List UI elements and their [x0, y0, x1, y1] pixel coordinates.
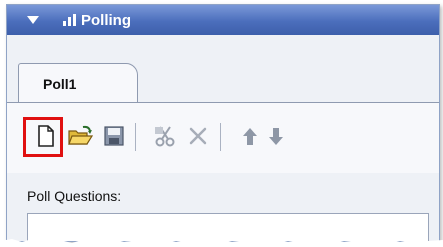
torn-edge [0, 238, 443, 247]
selected-new-button-highlight [23, 117, 63, 157]
open-button[interactable] [67, 123, 93, 149]
move-down-arrow-icon [269, 128, 283, 145]
collapse-triangle-icon[interactable] [27, 16, 39, 24]
move-up-button[interactable] [237, 123, 263, 149]
toolbar-separator [220, 123, 221, 151]
panel-header[interactable]: Polling [7, 5, 439, 35]
cut-scissors-icon [155, 126, 175, 147]
polling-panel: Polling Poll1 Poll Questions: [6, 4, 440, 242]
toolbar-separator [135, 123, 136, 151]
tab-poll1[interactable]: Poll1 [18, 63, 138, 103]
save-button[interactable] [101, 123, 127, 149]
move-down-button[interactable] [263, 123, 289, 149]
move-up-arrow-icon [243, 128, 257, 145]
tab-label: Poll1 [43, 75, 77, 92]
poll-questions-label: Poll Questions: [27, 188, 122, 204]
poll-toolbar [7, 103, 439, 173]
tab-strip: Poll1 [7, 35, 439, 103]
open-folder-icon [68, 125, 93, 145]
save-disk-icon [104, 126, 124, 146]
delete-x-icon [189, 127, 207, 145]
panel-title: Polling [81, 11, 131, 29]
poll-bars-icon [63, 14, 76, 26]
delete-button[interactable] [185, 123, 211, 149]
cut-button[interactable] [152, 123, 178, 149]
